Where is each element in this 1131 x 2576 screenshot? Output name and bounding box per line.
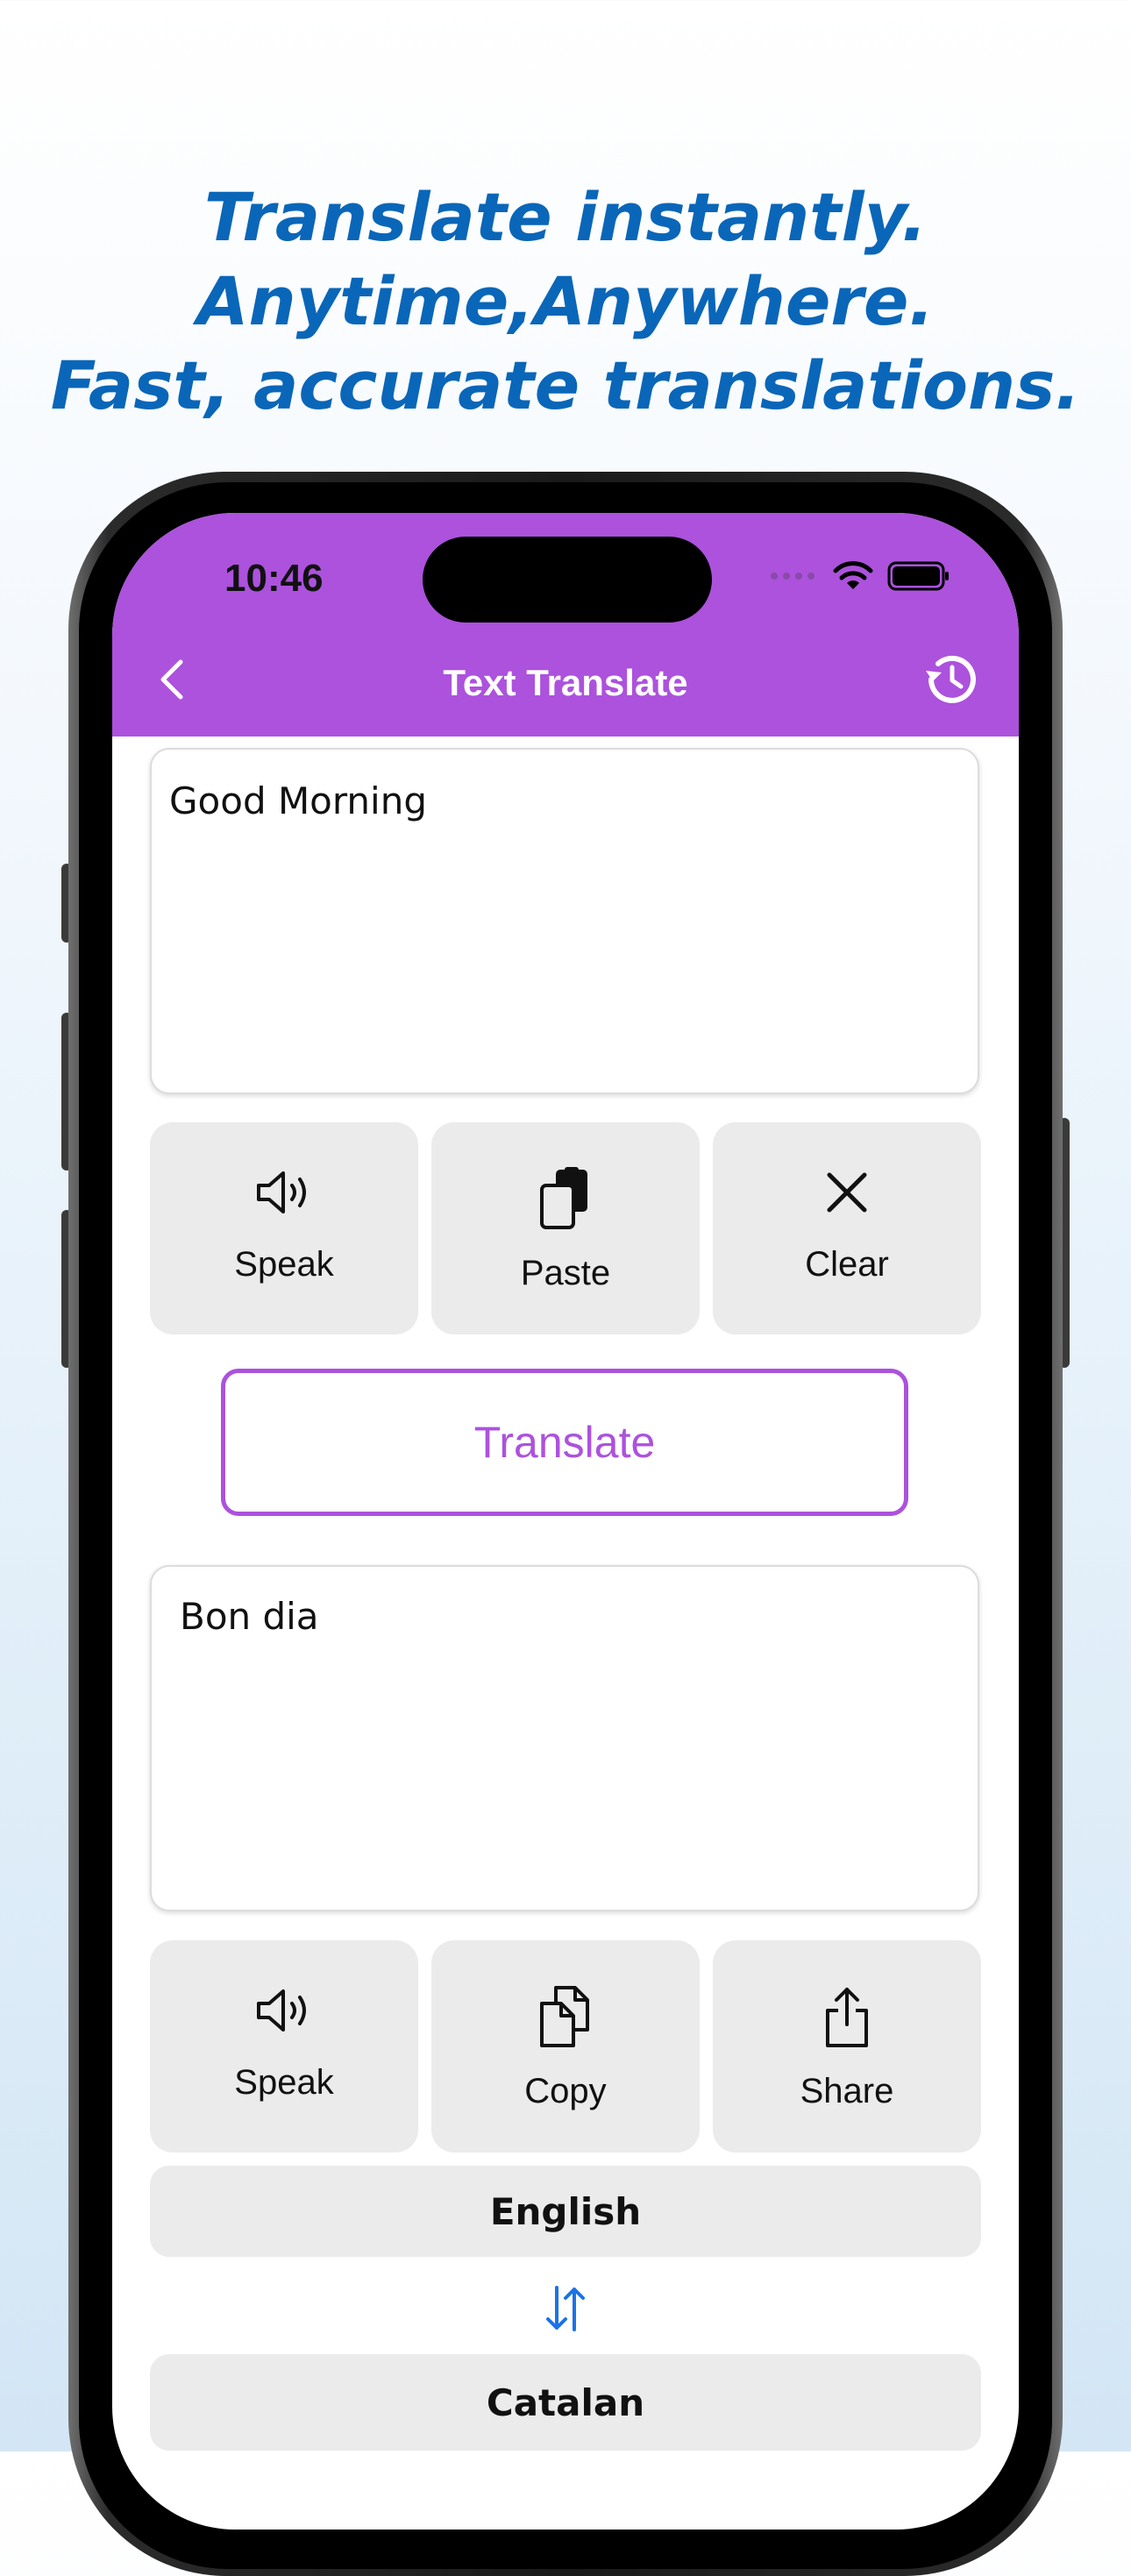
copy-label: Copy — [524, 2072, 607, 2110]
source-text-input[interactable]: Good Morning — [150, 748, 979, 1094]
speak-output-label: Speak — [234, 2063, 334, 2102]
input-action-row: Speak Paste Clear — [150, 1122, 981, 1334]
source-text: Good Morning — [169, 779, 427, 822]
speaker-icon — [257, 1989, 306, 2032]
close-icon — [827, 1172, 867, 1213]
history-clock-icon[interactable] — [919, 646, 985, 713]
source-language-selector[interactable]: English — [150, 2166, 981, 2257]
signal-dots-icon — [771, 573, 814, 580]
promo-line-3: Fast, accurate translations. — [50, 346, 1081, 424]
share-label: Share — [800, 2072, 894, 2110]
translated-text-output[interactable]: Bon dia — [150, 1565, 979, 1911]
paste-label: Paste — [520, 1254, 611, 1292]
paste-button[interactable]: Paste — [431, 1122, 700, 1334]
speak-input-button[interactable]: Speak — [150, 1122, 418, 1334]
copy-icon — [540, 1986, 589, 2047]
share-button[interactable]: Share — [713, 1940, 981, 2153]
wifi-icon — [833, 561, 873, 589]
phone-screen: 10:46 Text Translate Good Morning Speak … — [112, 513, 1019, 2530]
promo-line-2: Anytime,Anywhere. — [196, 262, 935, 340]
translated-text: Bon dia — [180, 1595, 319, 1638]
battery-icon — [887, 561, 949, 591]
status-time: 10:46 — [224, 557, 324, 600]
paste-icon — [540, 1167, 587, 1229]
speaker-icon — [257, 1171, 306, 1213]
dynamic-island — [423, 537, 712, 623]
navigation-bar: 10:46 Text Translate — [112, 513, 1019, 737]
speak-output-button[interactable]: Speak — [150, 1940, 418, 2153]
status-icons — [770, 560, 950, 592]
page-title: Text Translate — [443, 662, 688, 703]
share-icon — [826, 1988, 868, 2047]
clear-button[interactable]: Clear — [713, 1122, 981, 1334]
copy-button[interactable]: Copy — [431, 1940, 700, 2153]
promo-headline: Translate instantly. Anytime,Anywhere. F… — [0, 175, 1131, 428]
target-language-selector[interactable]: Catalan — [150, 2354, 981, 2451]
swap-arrows-icon[interactable] — [539, 2282, 592, 2335]
speak-input-label: Speak — [234, 1245, 334, 1284]
promo-line-1: Translate instantly. — [203, 178, 928, 256]
output-action-row: Speak Copy Share — [150, 1940, 981, 2153]
translate-button[interactable]: Translate — [221, 1369, 908, 1516]
clear-label: Clear — [805, 1245, 889, 1284]
